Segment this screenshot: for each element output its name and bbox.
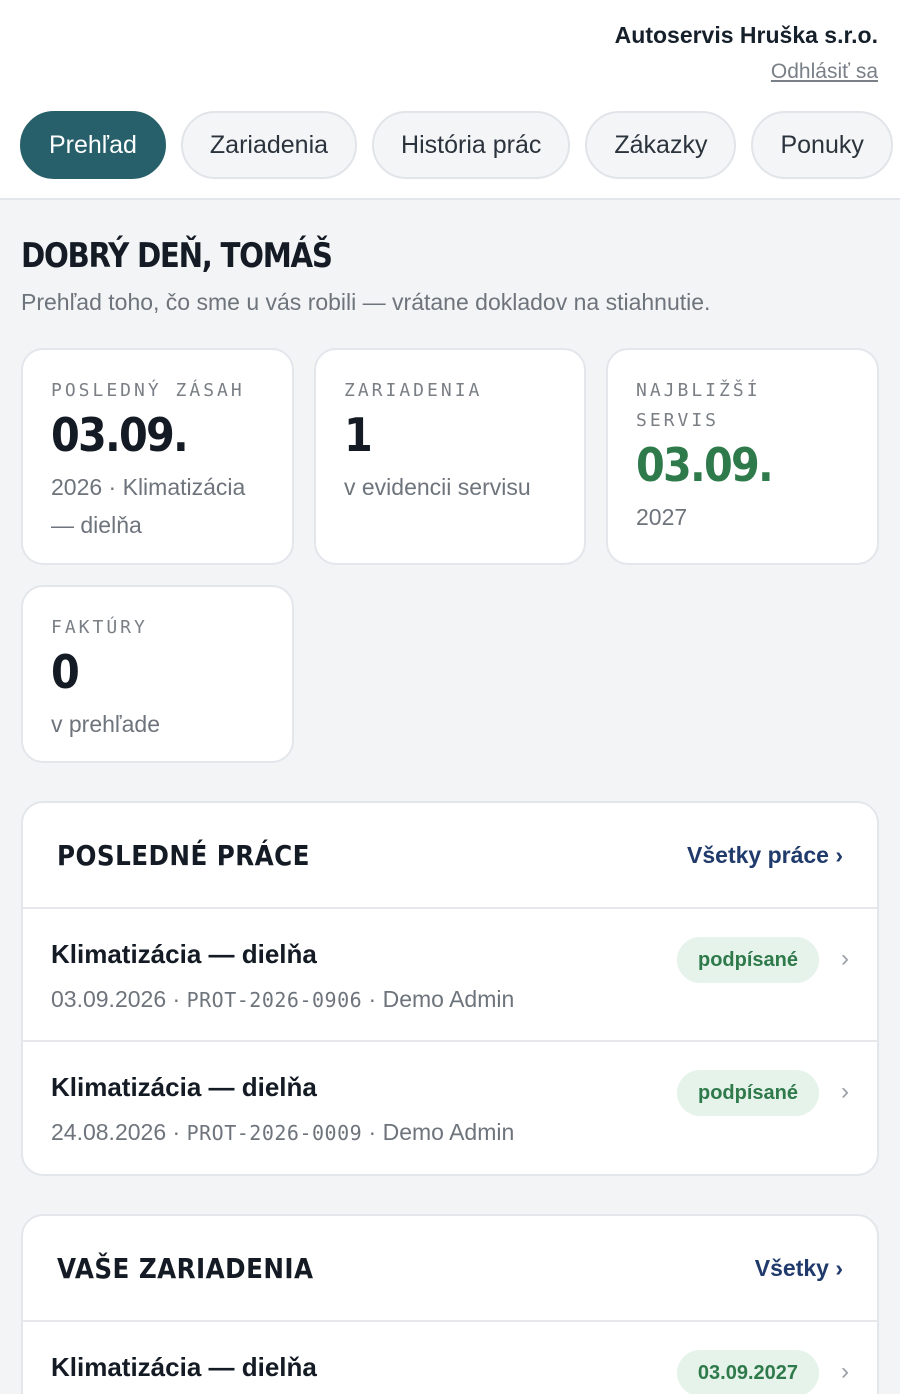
work-title: Klimatizácia — dielňa bbox=[51, 1072, 317, 1102]
company-name: Autoservis Hruška s.r.o. bbox=[614, 22, 878, 48]
work-row[interactable]: Klimatizácia — dielňa 24.08.2026 · PROT-… bbox=[23, 1042, 877, 1174]
tab-ponuky[interactable]: Ponuky bbox=[751, 111, 893, 179]
panel-title: POSLEDNÉ PRÁCE bbox=[57, 838, 310, 872]
stat-description: v prehľade bbox=[51, 711, 161, 737]
separator: · bbox=[368, 1119, 377, 1145]
separator: · bbox=[368, 986, 377, 1012]
work-protocol-code: PROT-2026-0009 bbox=[186, 1121, 363, 1145]
panel-title: VAŠE ZARIADENIA bbox=[57, 1251, 314, 1285]
stat-devices: ZARIADENIA 1 v evidencii servisu bbox=[314, 348, 586, 565]
logout-link[interactable]: Odhlásiť sa bbox=[771, 60, 878, 84]
chevron-right-icon: › bbox=[841, 1078, 849, 1105]
tab-zakazky[interactable]: Zákazky bbox=[585, 111, 737, 179]
device-row[interactable]: Klimatizácia — dielňa 03.09.2027 › bbox=[23, 1322, 877, 1394]
work-technician: Demo Admin bbox=[382, 986, 515, 1012]
stat-invoices: FAKTÚRY 0 v prehľade bbox=[21, 585, 294, 763]
stat-label: FAKTÚRY bbox=[51, 617, 148, 638]
stat-value: 03.09. bbox=[51, 408, 189, 462]
stat-next-service: NAJBLIŽŠÍ SERVIS 03.09. 2027 bbox=[606, 348, 879, 565]
work-protocol-code: PROT-2026-0906 bbox=[186, 988, 363, 1012]
work-meta: 03.09.2026 · PROT-2026-0906 · Demo Admin bbox=[51, 986, 514, 1013]
recent-work-panel: POSLEDNÉ PRÁCE Všetky práce › Klimatizác… bbox=[21, 801, 879, 1176]
separator: · bbox=[172, 986, 181, 1012]
next-service-badge: 03.09.2027 bbox=[676, 1350, 819, 1394]
all-devices-link[interactable]: Všetky › bbox=[755, 1255, 843, 1282]
tab-prehlad[interactable]: Prehľad bbox=[20, 111, 166, 179]
work-date: 24.08.2026 bbox=[51, 1119, 167, 1145]
stat-description: 2026 · Klimatizácia — dielňa bbox=[51, 474, 246, 538]
device-title: Klimatizácia — dielňa bbox=[51, 1352, 317, 1382]
top-bar: Autoservis Hruška s.r.o. Odhlásiť sa Pre… bbox=[0, 0, 900, 200]
panel-header: POSLEDNÉ PRÁCE Všetky práce › bbox=[23, 803, 877, 909]
work-date: 03.09.2026 bbox=[51, 986, 167, 1012]
work-row[interactable]: Klimatizácia — dielňa 03.09.2026 · PROT-… bbox=[23, 909, 877, 1042]
tab-zariadenia[interactable]: Zariadenia bbox=[180, 111, 358, 179]
chevron-right-icon: › bbox=[841, 945, 849, 972]
stat-label: NAJBLIŽŠÍ SERVIS bbox=[636, 380, 761, 431]
stat-description: v evidencii servisu bbox=[344, 474, 531, 500]
greeting-title: DOBRÝ DEŇ, TOMÁŠ bbox=[21, 236, 333, 276]
tab-historia-prac[interactable]: História prác bbox=[372, 111, 571, 179]
stat-value: 1 bbox=[344, 408, 373, 462]
main-tabs: Prehľad Zariadenia História prác Zákazky… bbox=[20, 111, 893, 179]
panel-header: VAŠE ZARIADENIA Všetky › bbox=[23, 1216, 877, 1322]
stat-description: 2027 bbox=[636, 504, 688, 530]
separator: · bbox=[172, 1119, 181, 1145]
stat-last-visit: POSLEDNÝ ZÁSAH 03.09. 2026 · Klimatizáci… bbox=[21, 348, 294, 565]
chevron-right-icon: › bbox=[841, 1358, 849, 1385]
stat-label: ZARIADENIA bbox=[344, 380, 483, 401]
work-meta: 24.08.2026 · PROT-2026-0009 · Demo Admin bbox=[51, 1119, 514, 1146]
devices-panel: VAŠE ZARIADENIA Všetky › Klimatizácia — … bbox=[21, 1214, 879, 1394]
status-badge: podpísané bbox=[676, 937, 819, 983]
all-work-link[interactable]: Všetky práce › bbox=[687, 842, 843, 869]
status-badge: podpísané bbox=[676, 1070, 819, 1116]
work-technician: Demo Admin bbox=[382, 1119, 515, 1145]
stat-label: POSLEDNÝ ZÁSAH bbox=[51, 380, 245, 401]
stat-value: 03.09. bbox=[636, 438, 774, 492]
greeting-subtitle: Prehľad toho, čo sme u vás robili — vrát… bbox=[21, 289, 711, 315]
stat-value: 0 bbox=[51, 645, 80, 699]
work-title: Klimatizácia — dielňa bbox=[51, 939, 317, 969]
